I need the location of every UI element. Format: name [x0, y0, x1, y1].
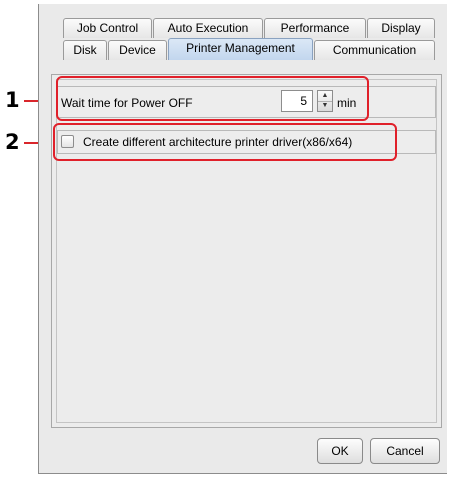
wait-time-unit: min	[337, 96, 357, 110]
ok-button[interactable]: OK	[317, 438, 363, 464]
callout-number-2: 2	[5, 130, 20, 154]
tab-auto-execution[interactable]: Auto Execution	[153, 18, 263, 38]
tab-display[interactable]: Display	[367, 18, 435, 38]
driver-option-checkbox[interactable]	[61, 135, 74, 148]
settings-dialog: Job Control Auto Execution Performance D…	[38, 4, 447, 474]
wait-time-input[interactable]: 5	[281, 90, 313, 112]
callout-number-1: 1	[5, 88, 20, 112]
wait-time-label: Wait time for Power OFF	[61, 96, 193, 110]
wait-time-spinner[interactable]: ▲ ▼	[317, 90, 333, 112]
tab-job-control[interactable]: Job Control	[63, 18, 152, 38]
tab-performance[interactable]: Performance	[264, 18, 366, 38]
driver-option-label: Create different architecture printer dr…	[83, 135, 353, 149]
tab-disk[interactable]: Disk	[63, 40, 107, 60]
tab-communication[interactable]: Communication	[314, 40, 435, 60]
spinner-down-icon[interactable]: ▼	[318, 101, 332, 111]
tab-device[interactable]: Device	[108, 40, 167, 60]
cancel-button[interactable]: Cancel	[370, 438, 440, 464]
tab-printer-management[interactable]: Printer Management	[168, 38, 313, 60]
